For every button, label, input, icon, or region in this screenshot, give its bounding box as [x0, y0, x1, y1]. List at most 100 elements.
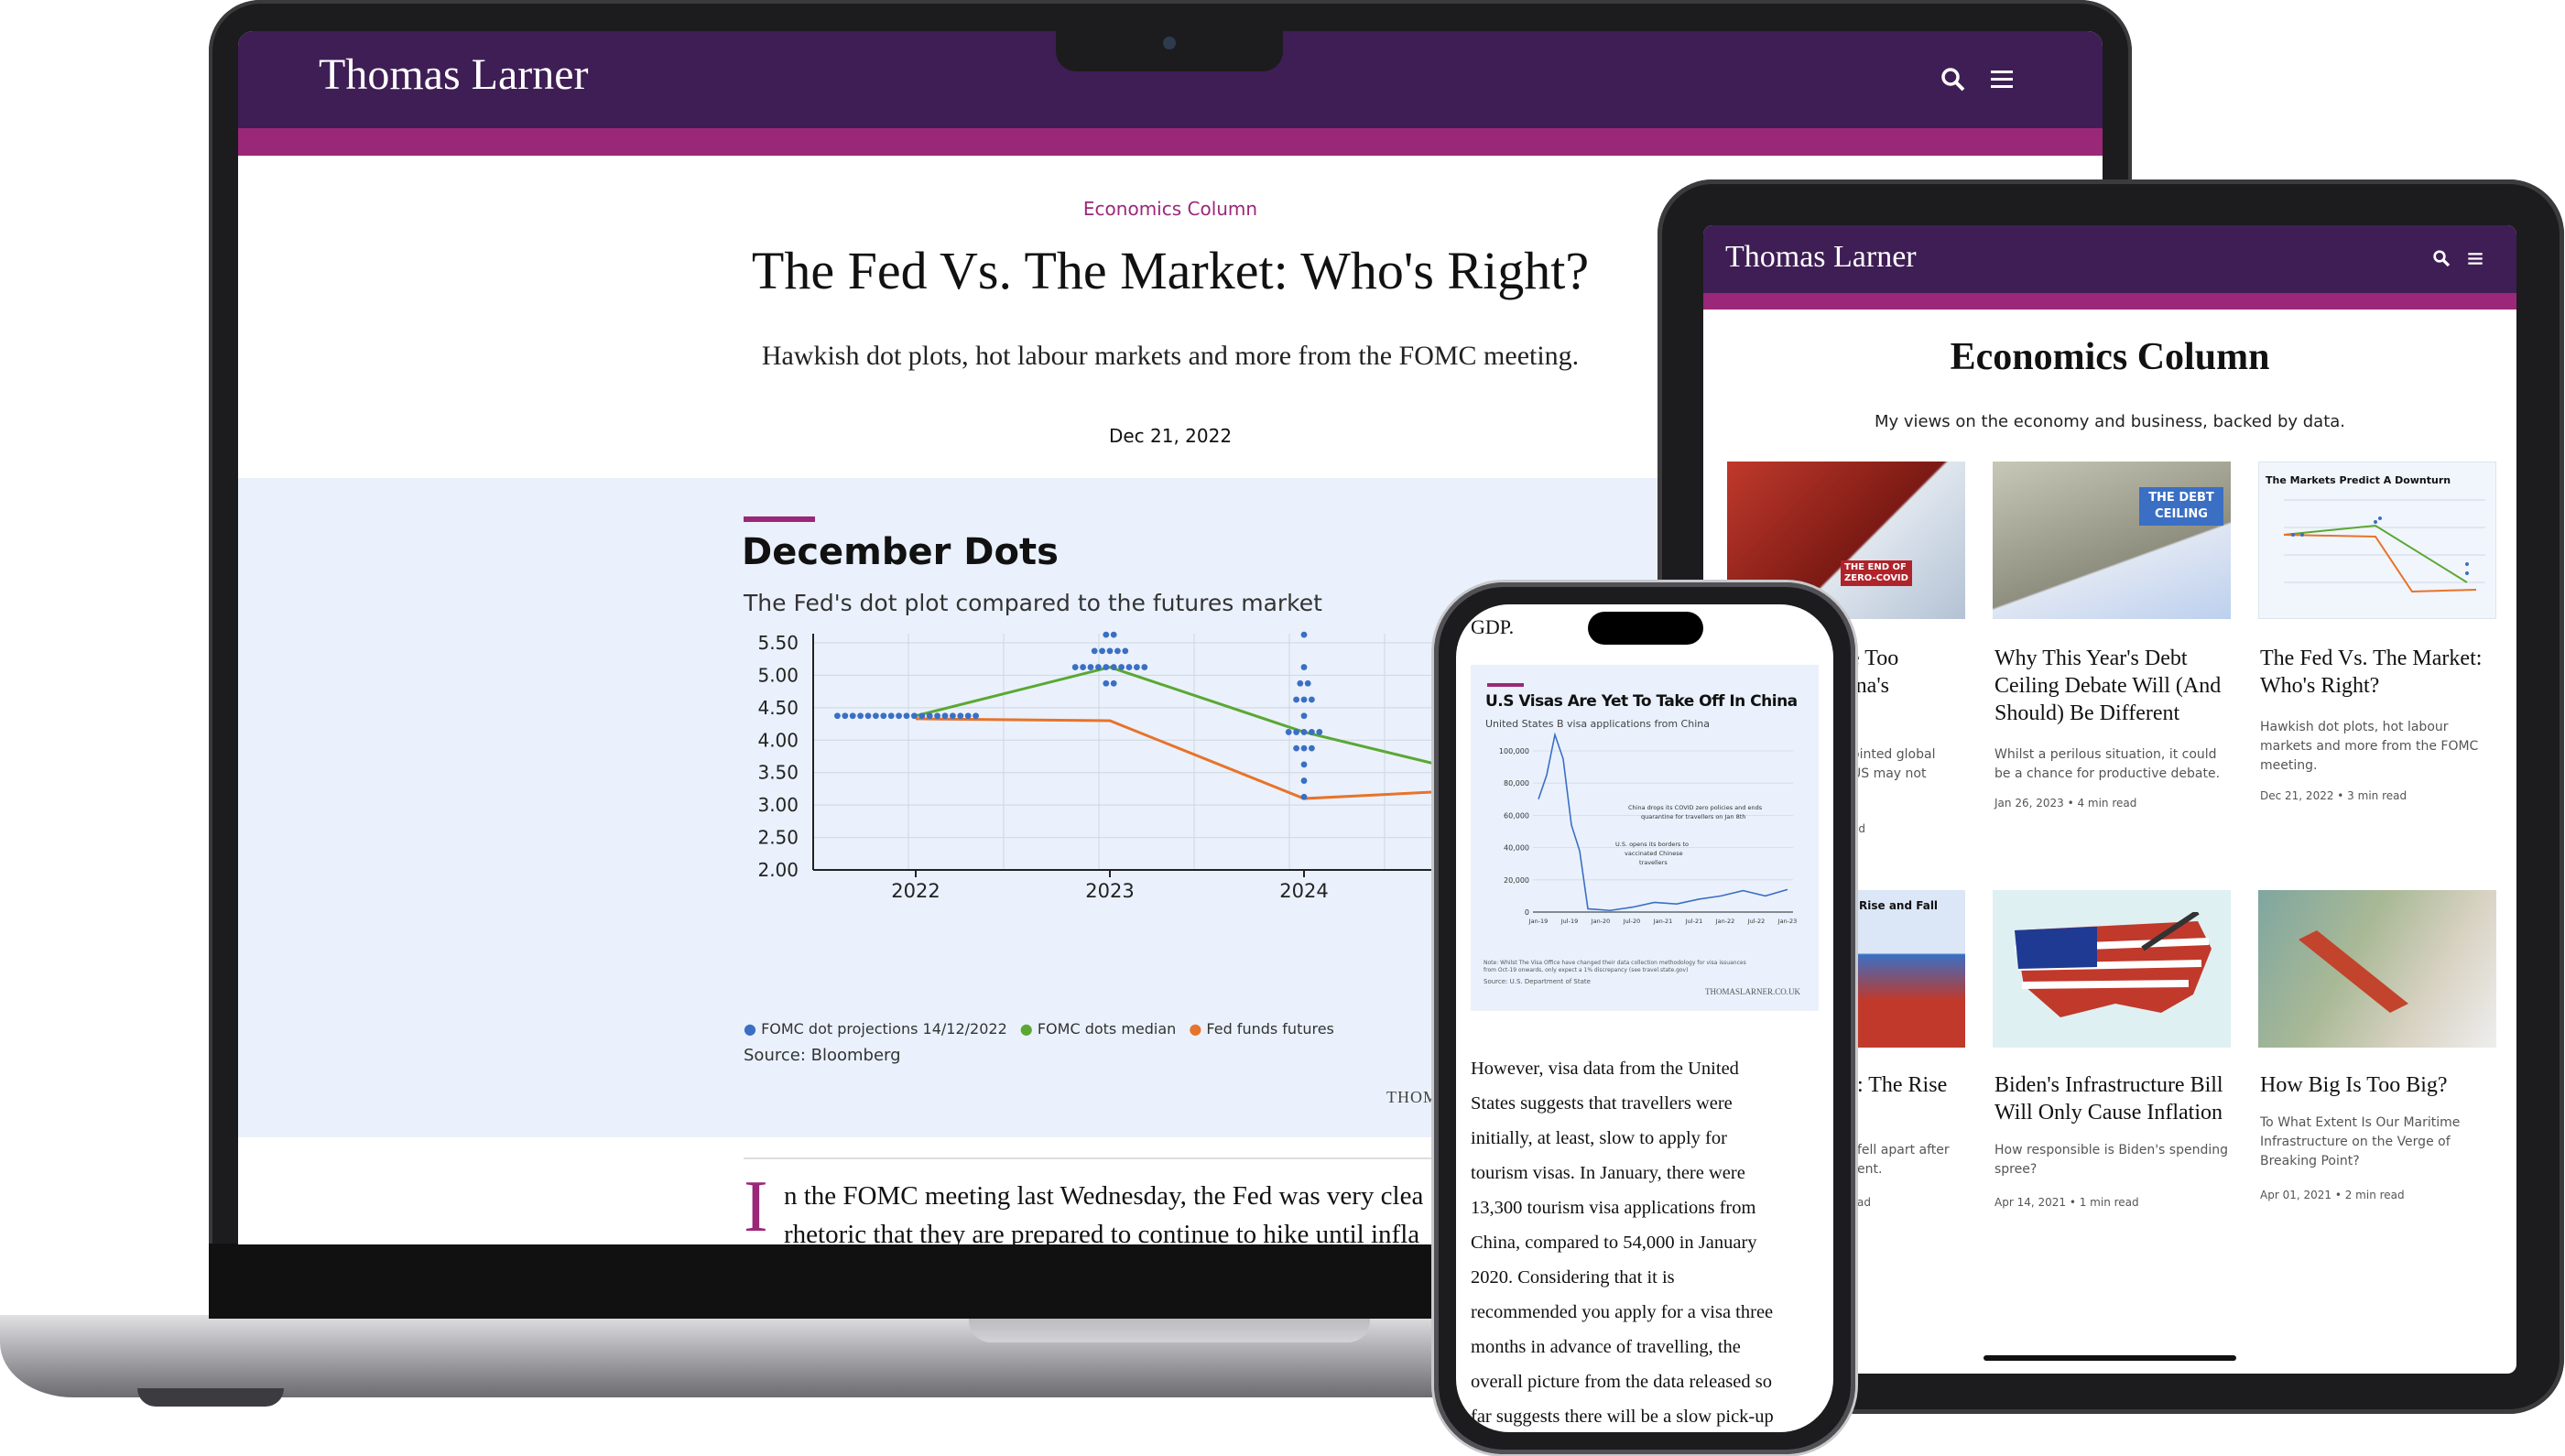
partial-text: GDP. — [1471, 615, 1515, 638]
dot-projection — [1110, 679, 1117, 687]
card-image[interactable] — [1993, 462, 2231, 619]
dot-projection — [1300, 729, 1308, 735]
x-tick-label: Jan-23 — [1777, 918, 1798, 925]
y-tick-label: 5.00 — [757, 664, 799, 686]
y-tick-label: 3.50 — [757, 762, 799, 784]
y-tick-label: 4.00 — [757, 729, 799, 751]
card-description: How responsible is Biden's spending spree… — [1994, 1143, 2228, 1177]
card-title[interactable]: : The Rise — [1857, 1071, 1947, 1099]
dot-projection — [973, 712, 979, 720]
site-logo[interactable]: Thomas Larner — [1725, 240, 1917, 275]
card-meta: Apr 01, 2021 • 2 min read — [2260, 1189, 2405, 1201]
card-title[interactable]: Biden's Infrastructure Bill Will Only Cau… — [1994, 1071, 2223, 1126]
chart-note: Note: Whilst The Visa Office have change… — [1484, 960, 1746, 973]
paragraph-line: overall picture from the data released s… — [1471, 1372, 1772, 1392]
dot-projection — [950, 712, 956, 720]
phone-screen: GDP. U.S Visas Are Yet To Take Off In Ch… — [1456, 604, 1833, 1432]
dot-projection — [957, 712, 964, 720]
y-tick-label: 80,000 — [1504, 779, 1529, 788]
chart-annotation: China drops its COVID zero policies and … — [1628, 804, 1763, 811]
paragraph-line: 2020. Considering that it is — [1471, 1267, 1675, 1288]
x-tick-label: Jul-19 — [1560, 918, 1578, 925]
dot-projection — [1110, 631, 1117, 638]
chart-annotation: U.S. opens its borders to — [1615, 841, 1689, 848]
dot-projection — [1300, 793, 1308, 800]
dot-projection — [1285, 729, 1292, 735]
dot-projection — [964, 712, 972, 720]
camera-icon — [1163, 37, 1176, 49]
dot-projection — [1316, 729, 1323, 735]
card-meta: Dec 21, 2022 • 3 min read — [2260, 789, 2407, 802]
y-tick-label: 60,000 — [1504, 811, 1529, 820]
paragraph-line: tourism visas. In January, there were — [1471, 1163, 1745, 1183]
dot-projection — [857, 712, 864, 720]
site-logo[interactable]: Thomas Larner — [319, 49, 589, 100]
x-tick-label: Jan-19 — [1528, 918, 1549, 925]
card-image-caption: THE DEBT CEILING — [2139, 487, 2223, 526]
paragraph-line: months in advance of travelling, the — [1471, 1337, 1741, 1357]
dot-projection — [1300, 631, 1308, 638]
drop-cap: I — [744, 1167, 768, 1244]
chart-watermark: THOM — [1386, 1088, 1439, 1106]
card-description: fell apart after ent. — [1857, 1143, 1950, 1177]
menu-icon[interactable] — [2467, 251, 2483, 266]
dot-projection — [1293, 696, 1299, 703]
paragraph-line: China, compared to 54,000 in January — [1471, 1233, 1757, 1253]
header-stripe — [1703, 293, 2516, 310]
y-tick-label: 5.50 — [757, 632, 799, 654]
y-tick-label: 3.00 — [757, 794, 799, 816]
dot-projection — [1300, 744, 1308, 752]
home-indicator[interactable] — [1984, 1355, 2236, 1361]
card-title[interactable]: e Too ina's — [1850, 645, 1898, 700]
dot-projection — [1304, 679, 1311, 687]
page-title: Economics Column — [1950, 336, 2270, 378]
x-tick-label: Jul-20 — [1623, 918, 1640, 925]
paragraph-line: recommended you apply for a visa three — [1471, 1302, 1774, 1322]
dot-projection — [1309, 696, 1315, 703]
dot-projection — [896, 712, 902, 720]
dot-projection — [1293, 729, 1299, 735]
card-meta: Apr 14, 2021 • 1 min read — [1994, 1196, 2139, 1209]
card-title[interactable]: The Fed Vs. The Market: Who's Right? — [2260, 645, 2482, 700]
search-icon[interactable] — [1940, 66, 1967, 93]
laptop-lip — [969, 1315, 1370, 1342]
card-image-caption: THE END OF ZERO-COVID — [1841, 560, 1912, 586]
chart-title: December Dots — [742, 531, 1059, 573]
y-tick-label: 4.50 — [757, 697, 799, 719]
y-tick-label: 2.00 — [757, 859, 799, 881]
dot-projection — [934, 712, 940, 720]
y-tick-label: 0 — [1525, 908, 1529, 917]
legend-label: FOMC dots median — [1037, 1020, 1177, 1038]
x-tick-label: Jul-21 — [1685, 918, 1702, 925]
dot-projection — [1300, 664, 1308, 670]
laptop-notch — [1056, 27, 1283, 71]
dot-projection — [1118, 664, 1125, 670]
x-tick-label: 2024 — [1279, 880, 1328, 902]
legend-item: ● FOMC dots median — [1019, 1020, 1177, 1038]
dot-projection — [941, 712, 949, 720]
card-description: Hawkish dot plots, hot labour markets and… — [2260, 720, 2479, 773]
x-tick-label: Jan-22 — [1715, 918, 1735, 925]
paragraph-line: far suggests there will be a slow pick-u… — [1471, 1407, 1774, 1427]
dot-projection — [1134, 664, 1140, 670]
dot-projection — [1091, 647, 1098, 655]
dot-projection — [1309, 729, 1315, 735]
x-tick-label: Jan-20 — [1591, 918, 1611, 925]
dot-projection — [1122, 647, 1129, 655]
chart-subtitle: The Fed's dot plot compared to the futur… — [744, 590, 1322, 616]
legend-label: Fed funds futures — [1206, 1020, 1334, 1038]
dot-projection — [842, 712, 849, 720]
y-tick-label: 2.50 — [757, 827, 799, 849]
card-meta: ad — [1857, 1196, 1871, 1209]
x-tick-label: 2022 — [891, 880, 940, 902]
card-title[interactable]: How Big Is Too Big? — [2260, 1071, 2448, 1099]
search-icon[interactable] — [2432, 249, 2451, 267]
card-title[interactable]: Why This Year's Debt Ceiling Debate Will … — [1994, 645, 2221, 727]
chart-annotation: quarantine for travellers on Jan 8th — [1641, 813, 1745, 820]
card-description: Whilst a perilous situation, it could be … — [1994, 747, 2221, 781]
dot-projection — [834, 712, 841, 720]
menu-icon[interactable] — [1989, 68, 2015, 90]
header-stripe — [238, 128, 2103, 156]
dot-projection — [918, 712, 926, 720]
dot-projection — [880, 712, 887, 720]
